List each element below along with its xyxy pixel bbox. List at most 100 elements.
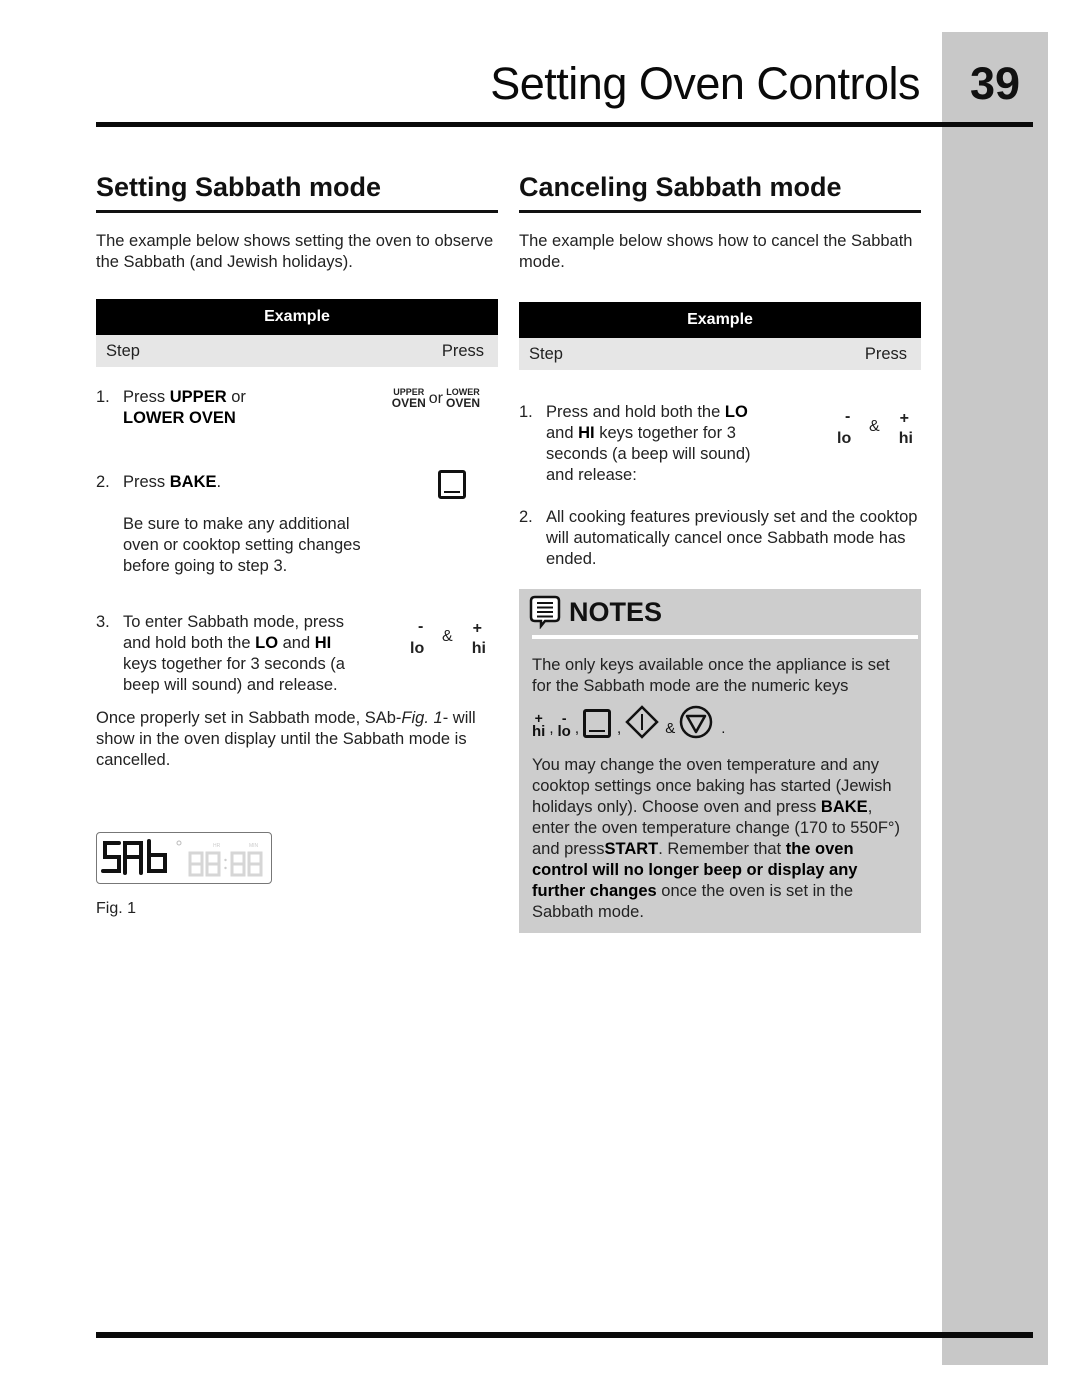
key-label: OVEN (391, 396, 426, 410)
hi-key[interactable]: + hi (532, 711, 545, 739)
or-text: or (428, 389, 443, 407)
step-press-keys (438, 470, 466, 505)
ampersand: & (665, 720, 676, 737)
step-number: 1. (96, 388, 110, 406)
step-text: To enter Sabbath mode, press and hold bo… (123, 612, 348, 696)
text: . (216, 473, 222, 491)
lo-hi-keys: - lo & + hi (410, 618, 486, 662)
step-number: 1. (519, 403, 533, 421)
step-press-keys: UPPER OVEN or LOWER OVEN (392, 387, 480, 409)
page-number: 39 (969, 58, 1021, 109)
plus-symbol: + (472, 620, 482, 637)
column-press: Press (864, 345, 907, 363)
step-item: 1. Press UPPER or LOWER OVEN UPPER OVEN … (96, 387, 498, 429)
oven-display-figure: HR MIN (96, 832, 272, 884)
example-columns: Step Press (519, 338, 921, 370)
sabbath-display-note: Once properly set in Sabbath mode, SAb-F… (96, 708, 498, 771)
text: or (226, 388, 246, 406)
bake-key-icon[interactable] (438, 470, 466, 499)
bold-text: UPPER (169, 388, 227, 406)
example-columns: Step Press (96, 335, 498, 367)
lo-key[interactable]: - lo (558, 711, 571, 739)
separator: , (617, 720, 622, 737)
column-step: Step (529, 345, 563, 363)
section-title: Setting Sabbath mode (96, 170, 498, 213)
notes-paragraph: The only keys available once the applian… (532, 656, 890, 695)
separator: , (549, 720, 554, 737)
available-keys: + hi , - lo , , & . (519, 697, 921, 739)
notes-header: NOTES (519, 589, 921, 635)
ampersand: & (442, 628, 453, 645)
step-text: Press and hold both the LO and HI keys t… (546, 402, 771, 486)
step-item: 1. Press and hold both the LO and HI key… (519, 402, 921, 486)
text: Press and hold both the (546, 403, 725, 421)
lo-hi-keys: - lo & + hi (837, 408, 913, 452)
hi-key[interactable]: hi (472, 638, 486, 659)
sab-display-icon: HR MIN (101, 839, 263, 877)
upper-oven-key[interactable]: UPPER OVEN (392, 387, 426, 409)
start-key-icon[interactable] (625, 705, 659, 739)
minus-symbol: - (418, 618, 424, 635)
key-label: hi (532, 723, 546, 740)
bake-key-icon[interactable] (583, 709, 612, 738)
text: Once properly set in Sabbath mode, SAb- (96, 709, 402, 727)
header-rule (96, 122, 1033, 127)
bold-text: HI (314, 634, 332, 652)
section-intro: The example below shows how to cancel th… (519, 232, 913, 271)
example-table: Example Step Press (519, 302, 921, 370)
column-press: Press (441, 342, 484, 360)
bold-text: START (604, 840, 659, 858)
canceling-sabbath-section: Canceling Sabbath mode The example below… (519, 170, 921, 570)
footer-rule (96, 1332, 1033, 1338)
step-number: 2. (96, 473, 110, 491)
page-side-tab (942, 32, 1048, 1365)
bold-text: LO (724, 403, 748, 421)
key-label: OVEN (445, 396, 480, 410)
key-label: lo (557, 723, 571, 740)
page-title: Setting Oven Controls (490, 58, 920, 109)
text: and (278, 634, 315, 652)
step-number: 2. (519, 508, 533, 526)
notes-box: NOTES The only keys available once the a… (519, 589, 921, 933)
text: keys together for 3 seconds (a beep will… (123, 655, 345, 694)
bold-text: HI (578, 424, 595, 442)
stop-key-icon[interactable] (679, 705, 713, 739)
step-text: All cooking features previously set and … (546, 508, 918, 568)
separator: , (574, 720, 580, 737)
plus-symbol: + (899, 410, 909, 427)
text: Press (123, 473, 170, 491)
min-label: MIN (249, 843, 259, 849)
hr-label: HR (213, 843, 221, 849)
step-item: 2. Press BAKE. Be sure to make any addit… (96, 470, 498, 577)
example-table: Example Step Press (96, 299, 498, 367)
step-item: 3. To enter Sabbath mode, press and hold… (96, 612, 498, 696)
example-header: Example (96, 299, 498, 335)
lo-key[interactable]: lo (410, 638, 424, 659)
lo-key[interactable]: lo (837, 428, 851, 449)
bold-text: BAKE (169, 473, 217, 491)
bold-text: BAKE (820, 798, 868, 816)
setting-sabbath-section: Setting Sabbath mode The example below s… (96, 170, 498, 771)
section-intro: The example below shows setting the oven… (96, 232, 494, 271)
step-note: Be sure to make any additional oven or c… (123, 515, 361, 575)
example-header: Example (519, 302, 921, 338)
minus-symbol: - (845, 408, 851, 425)
ampersand: & (869, 418, 880, 435)
step-number: 3. (96, 613, 110, 631)
column-step: Step (106, 342, 140, 360)
bold-text: LO (255, 634, 279, 652)
bold-text: LOWER OVEN (123, 409, 236, 427)
section-title: Canceling Sabbath mode (519, 170, 921, 213)
hi-key[interactable]: hi (899, 428, 913, 449)
text: Press (123, 388, 170, 406)
figure-caption: Fig. 1 (96, 900, 137, 917)
figure-reference: Fig. 1 (401, 709, 443, 727)
notes-title: NOTES (569, 596, 663, 627)
text: . Remember that (658, 840, 786, 858)
step-item: 2. All cooking features previously set a… (519, 507, 921, 570)
notes-speech-bubble-icon (529, 595, 561, 629)
notes-paragraph: You may change the oven temperature and … (519, 739, 921, 923)
text: and (546, 424, 579, 442)
lower-oven-key[interactable]: LOWER OVEN (446, 387, 480, 409)
separator: . (721, 720, 726, 737)
